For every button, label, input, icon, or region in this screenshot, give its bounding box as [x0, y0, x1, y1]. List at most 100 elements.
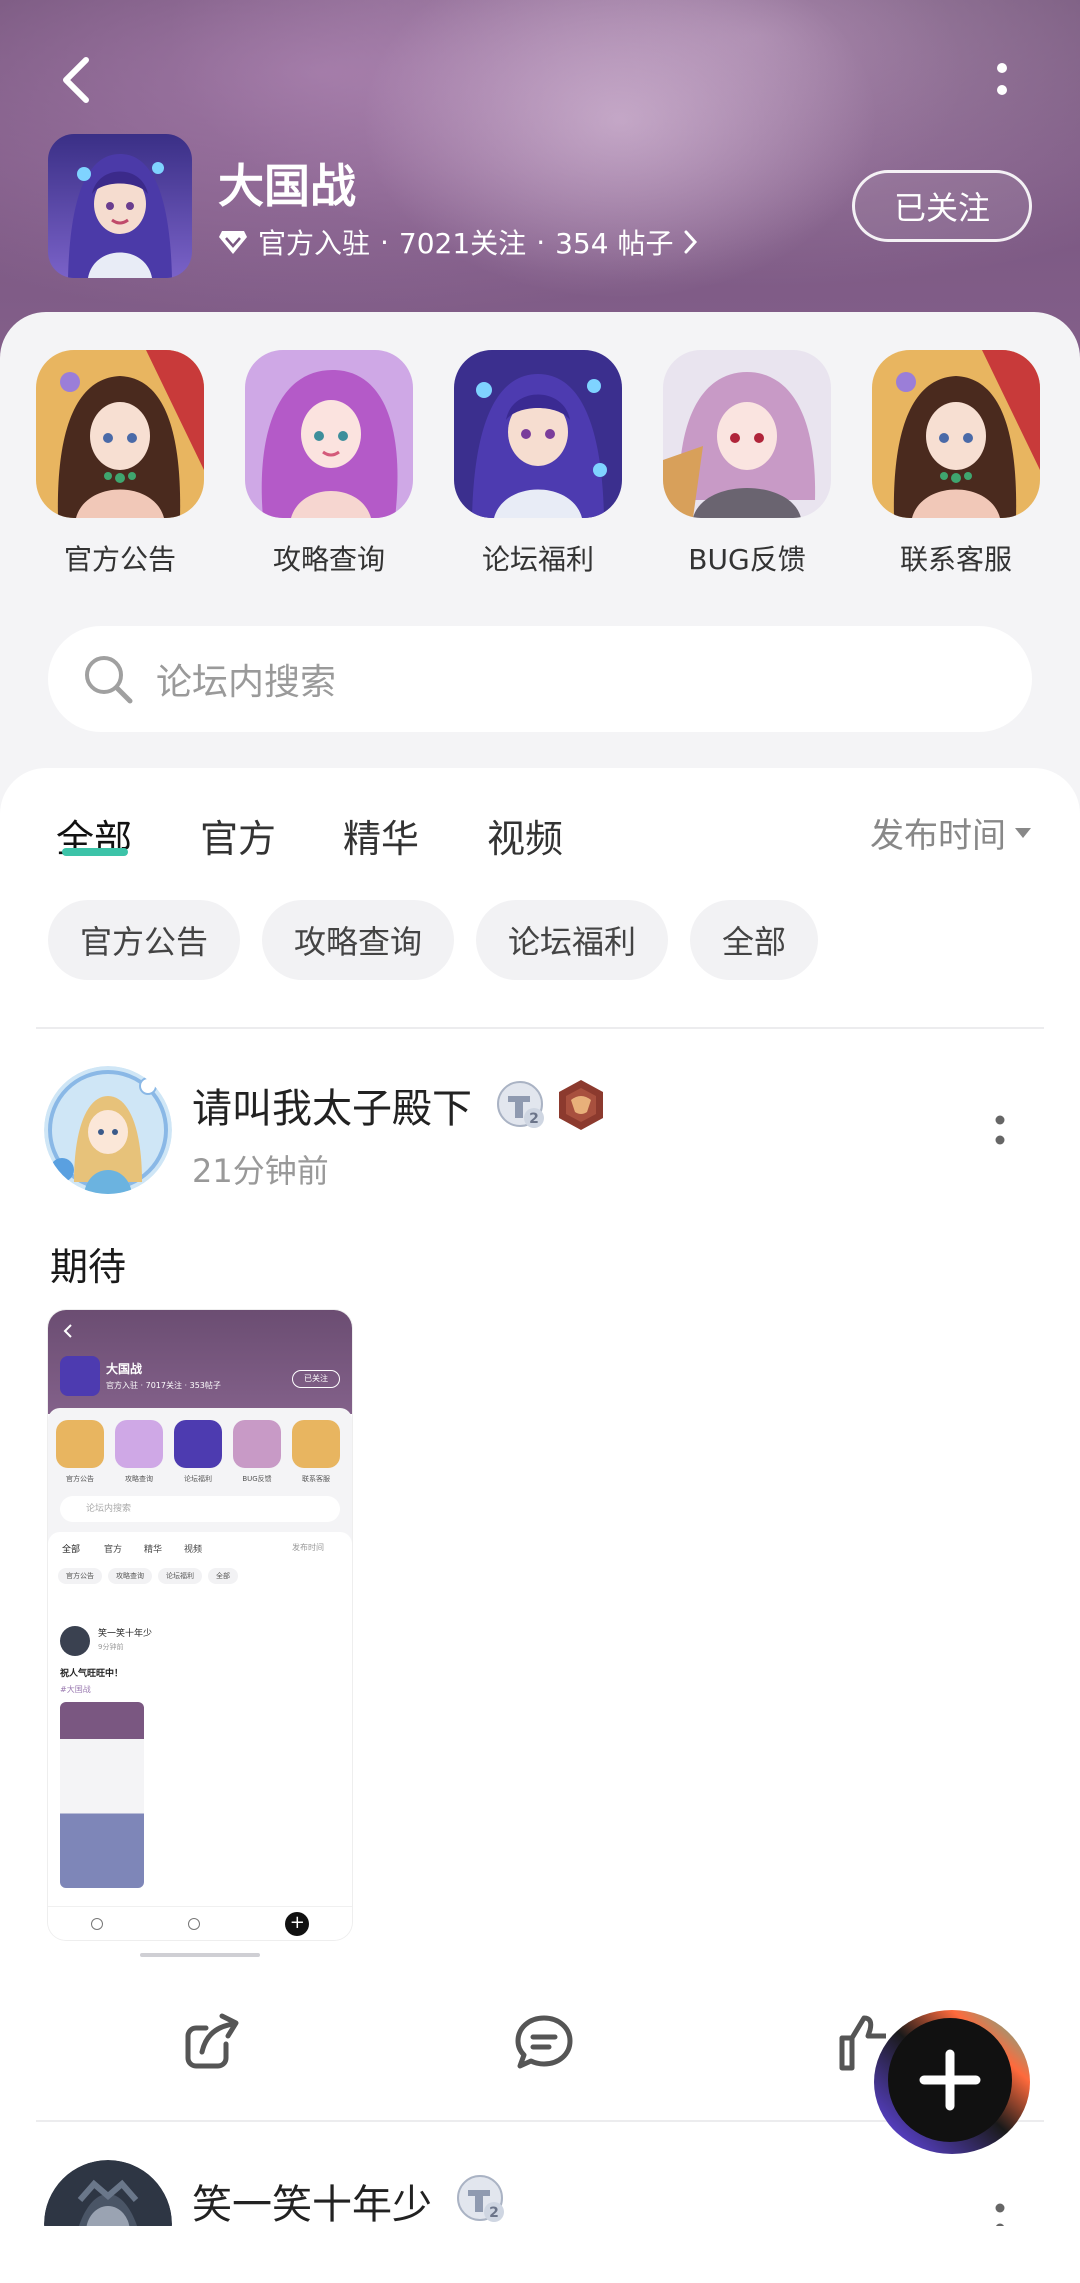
- sort-dropdown[interactable]: 发布时间: [870, 808, 1032, 857]
- shortcut-bug-feedback[interactable]: BUG反馈: [663, 350, 831, 578]
- mini-post-text: 祝人气旺旺中！: [60, 1669, 124, 1679]
- back-icon[interactable]: [52, 52, 108, 108]
- follow-button[interactable]: 已关注: [852, 170, 1032, 242]
- mini-shortcut-label: BUG反馈: [242, 1475, 272, 1483]
- mini-tab: 精华: [144, 1545, 163, 1555]
- mini-title: 大国战: [106, 1362, 143, 1376]
- active-tab-indicator: [62, 848, 128, 856]
- shortcut-thumbnail: [872, 350, 1040, 518]
- chip-guide-lookup[interactable]: 攻略查询: [262, 900, 455, 980]
- mini-forum-avatar: [60, 1356, 100, 1396]
- mini-tab: 视频: [184, 1545, 203, 1555]
- mini-follow-button: 已关注: [292, 1370, 340, 1388]
- shortcut-thumbnail: [36, 350, 204, 518]
- shortcut-row: 官方公告 攻略查询 论坛福利 BUG反馈 联系客服: [0, 350, 1080, 576]
- mini-shortcut-thumb: [233, 1420, 281, 1468]
- chip-forum-benefits[interactable]: 论坛福利: [476, 900, 669, 980]
- mini-shortcut-thumb: [115, 1420, 163, 1468]
- shortcut-contact-service[interactable]: 联系客服: [872, 350, 1040, 578]
- mini-post-tag: #大国战: [60, 1685, 91, 1694]
- mini-author: 笑一笑十年少: [98, 1629, 153, 1639]
- back-icon: [63, 1324, 72, 1338]
- more-vertical-icon[interactable]: [990, 1112, 1010, 1152]
- search-bar[interactable]: 论坛内搜索: [48, 626, 1032, 732]
- category-chips: 官方公告 攻略查询 论坛福利 全部: [48, 900, 819, 980]
- mini-avatar: [60, 1626, 90, 1656]
- mini-search: 论坛内搜索: [60, 1496, 340, 1522]
- mini-shortcut-label: 官方公告: [66, 1475, 94, 1483]
- mini-meta: 官方入驻 · 7017关注 · 353帖子: [106, 1381, 221, 1390]
- shortcut-label: 联系客服: [899, 543, 1012, 576]
- diamond-icon: [219, 231, 247, 254]
- mini-post-image: [60, 1702, 144, 1888]
- feed-bottom-edge: [0, 2226, 1080, 2283]
- mini-time: 9分钟前: [98, 1643, 124, 1651]
- post-timestamp: 21分钟前: [192, 1152, 329, 1190]
- mini-share-icon: [90, 1917, 103, 1930]
- chevron-right-icon[interactable]: [683, 229, 699, 255]
- shortcut-label: 官方公告: [63, 543, 176, 576]
- chip-all[interactable]: 全部: [690, 900, 819, 980]
- tab-official[interactable]: 官方: [200, 808, 276, 863]
- mini-shortcut-label: 联系客服: [302, 1475, 330, 1483]
- mini-sort: 发布时间: [292, 1543, 324, 1552]
- post-body: 期待: [50, 1245, 127, 1289]
- shortcut-label: 论坛福利: [481, 543, 594, 576]
- comment-icon[interactable]: [512, 2010, 576, 2074]
- tab-featured[interactable]: 精华: [343, 808, 419, 863]
- image-scroll-indicator: [140, 1953, 260, 1957]
- shortcut-label: BUG反馈: [688, 543, 806, 576]
- mini-chips: 官方公告 攻略查询 论坛福利 全部: [58, 1568, 238, 1584]
- post-author[interactable]: 笑一笑十年少: [192, 2172, 432, 2230]
- sort-label: 发布时间: [870, 816, 1006, 856]
- forum-page: 大国战 官方入驻 · 7021关注 · 354 帖子 已关注 官方公告 攻略查询…: [0, 0, 1080, 2283]
- search-icon: [85, 656, 133, 704]
- mini-shortcuts: 官方公告 攻略查询 论坛福利 BUG反馈 联系客服: [56, 1420, 344, 1490]
- meta-separator: ·: [380, 225, 389, 259]
- level-number: 2: [489, 2205, 499, 2221]
- mini-shortcut-label: 论坛福利: [184, 1475, 212, 1483]
- post-count[interactable]: 354 帖子: [555, 222, 673, 262]
- forum-title: 大国战: [218, 159, 356, 213]
- avatar[interactable]: [44, 1066, 172, 1194]
- mini-tab: 全部: [62, 1545, 81, 1555]
- shortcut-label: 攻略查询: [272, 543, 385, 576]
- mini-shortcut-label: 攻略查询: [125, 1475, 153, 1483]
- shortcut-thumbnail: [245, 350, 413, 518]
- more-vertical-icon[interactable]: [984, 60, 1020, 100]
- tab-video[interactable]: 视频: [487, 808, 563, 863]
- mini-shortcut-thumb: [56, 1420, 104, 1468]
- caret-down-icon: [1015, 827, 1031, 838]
- mini-chip: 全部: [208, 1568, 238, 1584]
- official-badge-text: 官方入驻: [258, 227, 371, 260]
- mini-chip: 论坛福利: [158, 1568, 202, 1584]
- shortcut-official-notice[interactable]: 官方公告: [36, 350, 204, 578]
- divider: [36, 1027, 1044, 1029]
- mini-shortcut-thumb: [292, 1420, 340, 1468]
- forum-avatar: [48, 134, 192, 278]
- search-placeholder: 论坛内搜索: [156, 662, 337, 703]
- mini-fab-icon: +: [285, 1911, 310, 1936]
- mini-shortcut-thumb: [174, 1420, 222, 1468]
- mini-chip: 官方公告: [58, 1568, 102, 1584]
- post-image[interactable]: 大国战 官方入驻 · 7017关注 · 353帖子 已关注 官方公告 攻略查询 …: [48, 1310, 352, 1940]
- level-badge-icon: 2: [497, 1081, 544, 1128]
- shortcut-thumbnail: [663, 350, 831, 518]
- shortcut-guide-lookup[interactable]: 攻略查询: [245, 350, 413, 578]
- level-number: 2: [529, 1111, 539, 1127]
- level-badge-icon: 2: [457, 2175, 504, 2222]
- chip-official-notice[interactable]: 官方公告: [48, 900, 241, 980]
- mini-comment-icon: [187, 1917, 200, 1930]
- new-post-fab-icon[interactable]: [870, 2006, 1032, 2158]
- shortcut-thumbnail: [454, 350, 622, 518]
- post-author[interactable]: 请叫我太子殿下: [192, 1076, 472, 1134]
- shortcut-forum-benefits[interactable]: 论坛福利: [454, 350, 622, 578]
- mini-action-bar: +: [48, 1906, 352, 1940]
- mini-chip: 攻略查询: [108, 1568, 152, 1584]
- follower-count: 7021关注: [398, 227, 527, 260]
- share-icon[interactable]: [180, 2010, 244, 2074]
- mini-tab: 官方: [104, 1545, 123, 1555]
- medal-icon: [559, 1080, 603, 1130]
- meta-separator: ·: [536, 225, 546, 259]
- forum-meta: 官方入驻 · 7021关注 · 354 帖子: [218, 222, 699, 262]
